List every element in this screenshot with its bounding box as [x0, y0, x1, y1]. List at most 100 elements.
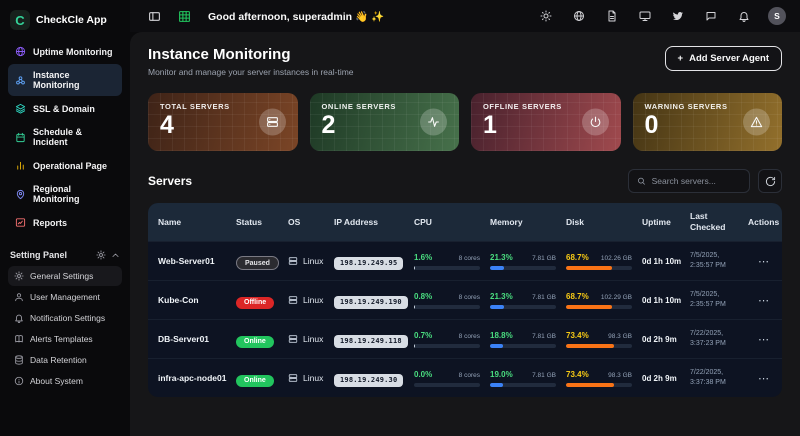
disk-meter: 73.4%98.3 GB: [566, 370, 632, 387]
sidebar-item-instance-monitoring[interactable]: Instance Monitoring: [8, 64, 122, 96]
memory-total: 7.81 GB: [532, 255, 556, 262]
setting-panel-header[interactable]: Setting Panel: [10, 250, 120, 260]
server-search: [628, 169, 750, 193]
activity-icon: [427, 116, 440, 129]
col-cpu: CPU: [414, 217, 490, 228]
page-subtitle: Monitor and manage your server instances…: [148, 67, 354, 77]
last-checked: 7/5/2025,2:35:57 PM: [690, 251, 748, 271]
memory-meter: 21.3%7.81 GB: [490, 292, 556, 309]
row-actions-button[interactable]: ⋯: [748, 333, 772, 346]
server-table-row[interactable]: infra-apc-node01 Online Linux 198.19.249…: [148, 358, 782, 397]
row-actions-button[interactable]: ⋯: [748, 294, 772, 307]
memory-meter: 18.8% 7.81 GB: [490, 331, 556, 348]
servers-table: Name Status OS IP Address CPU Memory Dis…: [148, 203, 782, 397]
greeting-text: Good afternoon, superadmin 👋 ✨: [208, 10, 384, 23]
sidebar-item-label: Regional Monitoring: [33, 184, 115, 204]
cpu-bar: [414, 305, 415, 309]
notifications-button[interactable]: [735, 6, 753, 26]
sidebar-item-about-system[interactable]: About System: [8, 371, 122, 391]
col-memory: Memory: [490, 217, 566, 228]
memory-meter: 21.3% 7.81 GB: [490, 253, 556, 270]
disk-percent: 73.4%: [566, 331, 589, 340]
theme-toggle-button[interactable]: [537, 6, 555, 26]
page-content: Instance Monitoring Monitor and manage y…: [130, 32, 800, 436]
row-actions-button[interactable]: ⋯: [748, 255, 772, 268]
memory-percent: 18.8%: [490, 331, 513, 340]
add-server-agent-button[interactable]: + Add Server Agent: [665, 46, 782, 71]
total-servers-card[interactable]: TOTAL SERVERS 4: [148, 93, 298, 151]
memory-total: 7.81 GB: [532, 333, 556, 340]
sidebar-item-notification-settings[interactable]: Notification Settings: [8, 308, 122, 328]
cpu-bar: [414, 266, 415, 270]
sidebar-item-reports[interactable]: Reports: [8, 211, 122, 234]
sidebar-item-label: Schedule & Incident: [33, 127, 115, 147]
sidebar-item-ssl-domain[interactable]: SSL & Domain: [8, 97, 122, 120]
cpu-percent: 0.7%: [414, 331, 432, 340]
cpu-cores: 8 cores: [459, 294, 480, 301]
memory-percent: 21.3%: [490, 253, 513, 262]
status-badge: Online: [236, 375, 274, 387]
server-name: Kube-Con: [158, 295, 236, 305]
cpu-percent: 1.6%: [414, 253, 432, 262]
grid-view-button[interactable]: [174, 6, 194, 26]
server-name: Web-Server01: [158, 256, 236, 266]
chat-button[interactable]: [702, 6, 720, 26]
servers-icon: [266, 116, 279, 129]
ip-address: 198.19.249.190: [334, 296, 408, 309]
server-table-row[interactable]: Web-Server01 Paused Linux 198.19.249.95 …: [148, 241, 782, 280]
refresh-button[interactable]: [758, 169, 782, 193]
col-disk: Disk: [566, 217, 642, 228]
sidebar-item-general-settings[interactable]: General Settings: [8, 266, 122, 286]
ip-address: 198.19.249.30: [334, 374, 403, 387]
disk-meter: 68.7%102.26 GB: [566, 253, 632, 270]
database-icon: [14, 355, 24, 365]
topbar: Good afternoon, superadmin 👋 ✨: [130, 0, 800, 32]
sidebar-toggle-button[interactable]: [144, 6, 164, 26]
page-title: Instance Monitoring: [148, 46, 354, 63]
globe-icon: [15, 46, 26, 57]
sidebar-item-schedule-incident[interactable]: Schedule & Incident: [8, 121, 122, 153]
language-button[interactable]: [570, 6, 588, 26]
server-uptime: 0d 1h 10m: [642, 296, 690, 305]
user-avatar[interactable]: S: [768, 7, 786, 25]
sidebar: C CheckCle App Uptime Monitoring Instanc…: [0, 0, 130, 436]
cpu-meter: 0.0%8 cores: [414, 370, 480, 387]
plus-icon: +: [678, 53, 684, 64]
server-name: infra-apc-node01: [158, 373, 236, 383]
warning-servers-card[interactable]: WARNING SERVERS 0: [633, 93, 783, 151]
sidebar-nav: Uptime Monitoring Instance Monitoring SS…: [8, 40, 122, 234]
sidebar-item-label: User Management: [30, 292, 100, 302]
servers-heading: Servers: [148, 174, 192, 188]
sidebar-item-data-retention[interactable]: Data Retention: [8, 350, 122, 370]
calendar-icon: [15, 132, 26, 143]
col-actions: Actions: [748, 217, 782, 228]
search-input[interactable]: [652, 176, 741, 186]
server-table-row[interactable]: Kube-Con Offline Linux 198.19.249.190 0.…: [148, 280, 782, 319]
app-title: CheckCle App: [36, 14, 107, 26]
disk-meter: 73.4%98.3 GB: [566, 331, 632, 348]
grid-icon: [178, 10, 191, 23]
sidebar-item-label: Notification Settings: [30, 313, 105, 323]
disk-meter: 68.7%102.29 GB: [566, 292, 632, 309]
status-badge: Online: [236, 336, 274, 348]
offline-servers-card[interactable]: OFFLINE SERVERS 1: [471, 93, 621, 151]
row-actions-button[interactable]: ⋯: [748, 372, 772, 385]
report-chart-icon: [15, 217, 26, 228]
sidebar-item-regional-monitoring[interactable]: Regional Monitoring: [8, 178, 122, 210]
ip-address: 198.19.249.118: [334, 335, 408, 348]
desktop-app-button[interactable]: [636, 6, 654, 26]
sidebar-item-label: Operational Page: [33, 161, 107, 171]
cpu-bar: [414, 344, 415, 348]
docs-button[interactable]: [603, 6, 621, 26]
sidebar-item-alerts-templates[interactable]: Alerts Templates: [8, 329, 122, 349]
table-header-row: Name Status OS IP Address CPU Memory Dis…: [148, 203, 782, 241]
twitter-button[interactable]: [669, 6, 687, 26]
server-table-row[interactable]: DB-Server01 Online Linux 198.19.249.118 …: [148, 319, 782, 358]
memory-bar: [490, 266, 504, 270]
app-logo: C CheckCle App: [8, 8, 122, 40]
app-logo-icon: C: [10, 10, 30, 30]
sidebar-item-operational-page[interactable]: Operational Page: [8, 154, 122, 177]
sidebar-item-user-management[interactable]: User Management: [8, 287, 122, 307]
sidebar-item-uptime-monitoring[interactable]: Uptime Monitoring: [8, 40, 122, 63]
online-servers-card[interactable]: ONLINE SERVERS 2: [310, 93, 460, 151]
